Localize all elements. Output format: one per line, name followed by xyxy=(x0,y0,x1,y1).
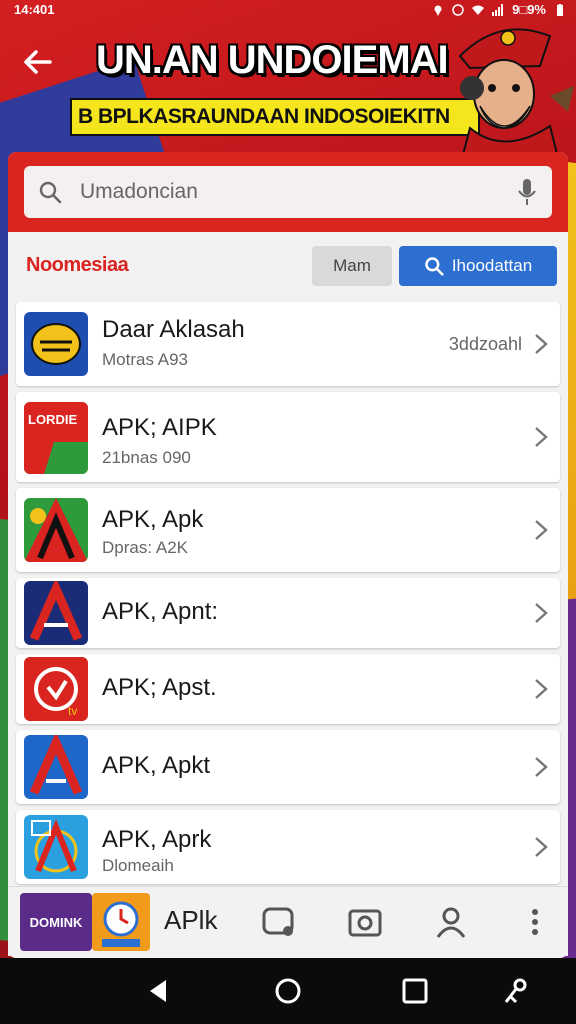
blue-a-icon xyxy=(24,735,88,799)
red-circle-tv-icon: tv xyxy=(24,657,88,721)
app-name: APK, Apnt: xyxy=(102,598,219,625)
app-name: Daar Aklasah xyxy=(102,316,245,343)
status-time: 14:401 xyxy=(14,2,55,17)
chevron-right-icon xyxy=(535,334,548,354)
list-item[interactable]: APK, Apk Dpras: A2K xyxy=(16,488,560,572)
filter-button-secondary-label: Mam xyxy=(333,256,371,275)
bottom-app-bar: DOMINK APlk xyxy=(8,886,568,956)
app-name: APK, Apkt xyxy=(102,752,211,779)
page-title: UN.AN UNDOIEMAI xyxy=(96,38,449,82)
search-button[interactable]: Ihoodattan xyxy=(399,246,557,286)
app-list: Daar Aklasah Motras A93 3ddzoahl LORDIE … xyxy=(16,302,560,890)
tricolor-a-icon xyxy=(24,498,88,562)
search-icon xyxy=(425,257,444,276)
chevron-right-icon xyxy=(535,520,548,540)
chevron-right-icon xyxy=(535,603,548,623)
location-icon xyxy=(434,5,442,16)
filter-button-secondary[interactable]: Mam xyxy=(312,246,392,286)
battery-level: 9□9% xyxy=(512,2,546,17)
list-item[interactable]: LORDIE APK; AIPK 21bnas 090 xyxy=(16,392,560,482)
search-button-label: Ihoodattan xyxy=(451,256,533,275)
list-item[interactable]: tv APK; Apst. xyxy=(16,654,560,724)
app-name: APK, Aprk xyxy=(102,826,212,853)
home-circle-icon[interactable] xyxy=(273,976,303,1006)
featured-app-tile-label: DOMINK xyxy=(29,914,83,930)
back-arrow-icon[interactable] xyxy=(20,44,56,80)
camera-icon[interactable] xyxy=(348,905,382,939)
alarm-icon xyxy=(452,3,464,16)
more-options-icon[interactable] xyxy=(518,905,552,939)
signal-icon xyxy=(492,3,504,16)
list-item[interactable]: Daar Aklasah Motras A93 3ddzoahl xyxy=(16,302,560,386)
app-name: APK, Apk xyxy=(102,506,204,533)
chevron-right-icon xyxy=(535,427,548,447)
accessibility-icon[interactable] xyxy=(500,976,530,1006)
filter-row: Noomesiaa Mam Ihoodattan xyxy=(8,244,568,288)
svg-text:tv: tv xyxy=(68,704,77,718)
chevron-right-icon xyxy=(535,757,548,777)
app-name: APK; AIPK xyxy=(102,414,217,441)
app-subtitle: 21bnas 090 xyxy=(102,448,191,467)
microphone-icon[interactable] xyxy=(516,178,538,206)
bottom-app-label: APlk xyxy=(164,905,218,935)
list-item[interactable]: APK, Aprk Dlomeaih xyxy=(16,810,560,884)
app-subtitle: Motras A93 xyxy=(102,350,188,369)
app-name: APK; Apst. xyxy=(102,674,217,701)
page-subtitle-banner: B BPLKASRAUNDAAN INDOSOIEKITN xyxy=(70,98,480,136)
back-triangle-icon[interactable] xyxy=(144,976,174,1006)
clock-app-tile[interactable] xyxy=(92,893,150,951)
wifi-icon xyxy=(472,5,485,15)
featured-app-tile[interactable]: DOMINK xyxy=(20,893,92,951)
list-item[interactable]: APK, Apkt xyxy=(16,730,560,804)
recents-square-icon[interactable] xyxy=(400,976,430,1006)
yellow-badge-icon xyxy=(24,312,88,376)
main-card: Noomesiaa Mam Ihoodattan Daar Aklasah Mo… xyxy=(8,152,568,958)
search-bar[interactable] xyxy=(24,166,552,218)
globe-a-icon xyxy=(24,815,88,879)
chevron-right-icon xyxy=(535,837,548,857)
system-navigation-bar xyxy=(0,958,576,1024)
app-meta: 3ddzoahl xyxy=(448,334,522,354)
list-item[interactable]: APK, Apnt: xyxy=(16,578,560,648)
mascot-illustration xyxy=(458,28,574,166)
app-subtitle: Dpras: A2K xyxy=(102,538,188,557)
blue-red-a-icon xyxy=(24,581,88,645)
chevron-right-icon xyxy=(535,679,548,699)
search-icon xyxy=(39,181,62,204)
profile-icon[interactable] xyxy=(434,905,468,939)
app-subtitle: Dlomeaih xyxy=(102,856,174,875)
search-header xyxy=(8,152,568,232)
screen-record-icon[interactable] xyxy=(262,905,296,939)
battery-icon xyxy=(557,3,563,16)
search-input[interactable] xyxy=(80,176,500,208)
red-green-logo-icon: LORDIE xyxy=(24,402,88,474)
filter-label: Noomesiaa xyxy=(26,254,129,276)
svg-text:LORDIE: LORDIE xyxy=(28,412,77,427)
